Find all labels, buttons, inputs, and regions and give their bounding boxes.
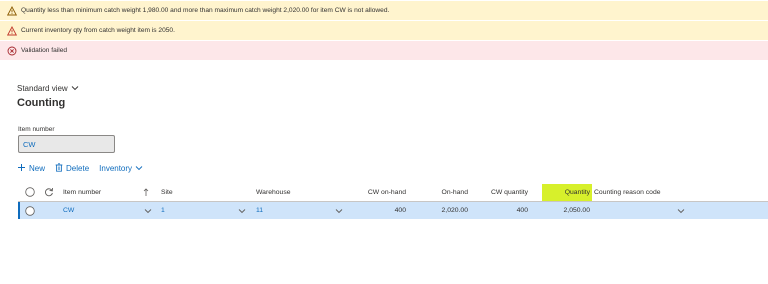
item-number-input[interactable]	[18, 135, 115, 153]
inventory-button-label: Inventory	[99, 164, 133, 173]
row-select-checkbox[interactable]	[25, 202, 35, 219]
warning-icon	[7, 5, 17, 16]
message-bar-warning-inventory: Current inventory qty from catch weight …	[0, 21, 768, 41]
chevron-down-icon	[135, 164, 143, 173]
chevron-down-icon[interactable]	[677, 202, 685, 219]
column-header-cw-on-hand[interactable]: CW on-hand	[351, 183, 406, 201]
cell-site[interactable]: 1	[161, 202, 165, 219]
cell-warehouse[interactable]: 11	[256, 202, 263, 219]
new-button[interactable]: New	[17, 163, 45, 174]
select-all-checkbox[interactable]	[25, 183, 35, 201]
action-toolbar: New Delete Inventory	[17, 163, 153, 174]
column-header-quantity[interactable]: Quantity	[538, 183, 590, 201]
trash-icon	[55, 163, 63, 174]
refresh-icon[interactable]	[44, 183, 54, 201]
cell-cw-on-hand: 400	[394, 207, 406, 214]
chevron-down-icon[interactable]	[335, 202, 343, 219]
message-text: Current inventory qty from catch weight …	[21, 27, 175, 34]
cell-on-hand: 2,020.00	[441, 207, 468, 214]
message-text: Quantity less than minimum catch weight …	[21, 7, 390, 14]
column-header-warehouse[interactable]: Warehouse	[256, 183, 291, 201]
grid-header: Item number Site Warehouse CW on-hand On…	[18, 183, 768, 202]
cell-quantity[interactable]: 2,050.00	[538, 202, 590, 219]
warning-icon	[7, 25, 17, 36]
message-text: Validation failed	[21, 47, 68, 54]
column-header-counting-reason-code[interactable]: Counting reason code	[594, 183, 661, 201]
column-header-on-hand[interactable]: On-hand	[413, 183, 468, 201]
chevron-down-icon	[71, 84, 79, 93]
message-bar-error: Validation failed	[0, 41, 768, 61]
cell-cw-quantity[interactable]: 400	[473, 202, 528, 219]
cell-item-number[interactable]: CW	[63, 202, 74, 219]
column-header-site[interactable]: Site	[161, 183, 173, 201]
message-bar-warning-catch-weight: Quantity less than minimum catch weight …	[0, 1, 768, 21]
column-header-item-number[interactable]: Item number	[63, 183, 101, 201]
view-selector[interactable]: Standard view	[17, 84, 79, 93]
chevron-down-icon[interactable]	[238, 202, 246, 219]
item-number-label: Item number	[18, 126, 55, 133]
delete-button[interactable]: Delete	[55, 163, 89, 174]
error-circle-icon	[7, 46, 17, 56]
table-row[interactable]: CW 1 11 400 2,020.00 400 2,050.00	[18, 202, 768, 219]
delete-button-label: Delete	[66, 164, 90, 173]
sort-ascending-icon[interactable]	[143, 183, 149, 201]
chevron-down-icon[interactable]	[144, 202, 152, 219]
view-selector-label: Standard view	[17, 84, 68, 93]
counting-grid: Item number Site Warehouse CW on-hand On…	[18, 183, 768, 219]
new-button-label: New	[29, 164, 46, 173]
inventory-menu-button[interactable]: Inventory	[99, 164, 143, 173]
plus-icon	[17, 163, 26, 174]
page-title: Counting	[17, 97, 66, 109]
column-header-cw-quantity[interactable]: CW quantity	[473, 183, 528, 201]
